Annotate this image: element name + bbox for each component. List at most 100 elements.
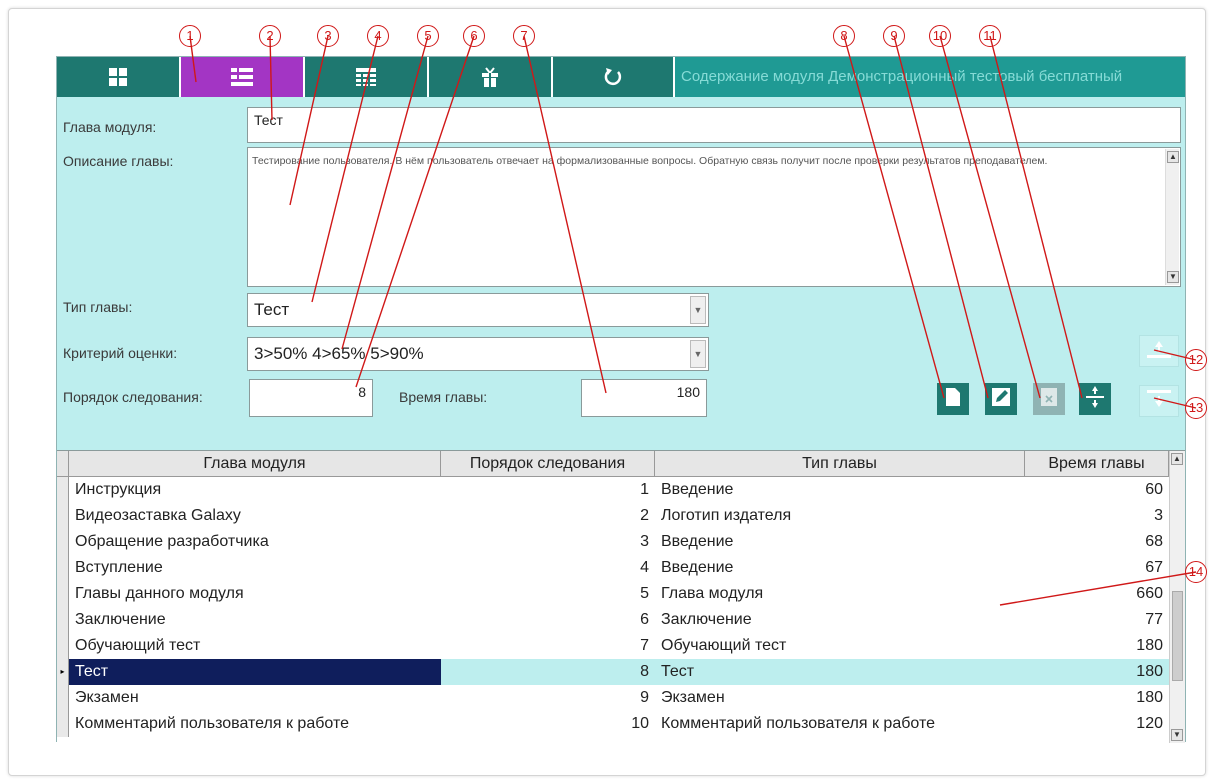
time-cell: 180 [1025,659,1169,685]
type-cell: Заключение [661,611,752,628]
order-cell: 2 [640,507,649,524]
delete-chapter-button[interactable] [1033,383,1065,415]
edit-pencil-icon [992,387,1010,411]
chapter-cell: Вступление [75,559,163,576]
time-cell: 77 [1145,611,1163,628]
chapter-type-select[interactable]: Тест ▼ [247,293,709,327]
type-cell: Введение [661,481,734,498]
type-cell: Комментарий пользователя к работе [661,715,935,732]
chapter-name-field[interactable]: Тест [247,107,1181,143]
chapter-type-value: Тест [254,300,290,319]
criteria-select[interactable]: 3>50% 4>65% 5>90% ▼ [247,337,709,371]
type-cell: Введение [661,559,734,576]
chapter-cell: Видеозаставка Galaxy [75,507,241,524]
chapter-cell: Инструкция [75,481,162,498]
scroll-down-arrow-icon[interactable]: ▼ [1171,729,1183,741]
row-indicator[interactable] [57,607,69,633]
tiles-icon [109,68,127,86]
chapter-cell: Экзамен [75,689,139,706]
grid-scrollbar[interactable]: ▲ ▼ [1169,451,1185,743]
new-chapter-button[interactable] [937,383,969,415]
list-icon [231,68,253,86]
tab-gift[interactable] [429,57,553,97]
row-indicator[interactable] [57,529,69,555]
callout-11: 11 [979,25,1001,47]
callout-13: 13 [1185,397,1207,419]
table-row[interactable]: Комментарий пользователя к работе 10 Комме… [57,711,1169,737]
time-field[interactable]: 180 [581,379,707,417]
table-row[interactable]: Видеозаставка Galaxy 2 Логотип издателя 3 [57,503,1169,529]
column-header-type[interactable]: Тип главы [655,451,1025,477]
row-indicator[interactable] [57,477,69,503]
scroll-down-arrow-icon[interactable]: ▼ [1167,271,1179,283]
row-indicator[interactable] [57,555,69,581]
table-row[interactable]: Обращение разработчика 3 Введение 68 [57,529,1169,555]
callout-7: 7 [513,25,535,47]
column-header-time[interactable]: Время главы [1025,451,1169,477]
table-row[interactable]: Заключение 6 Заключение 77 [57,607,1169,633]
order-label: Порядок следования: [63,389,203,405]
scroll-thumb[interactable] [1172,591,1183,681]
order-field[interactable]: 8 [249,379,373,417]
move-up-button[interactable] [1139,335,1179,367]
order-cell: 6 [640,611,649,628]
time-cell: 67 [1145,559,1163,576]
delete-icon [1041,387,1057,411]
row-indicator[interactable] [57,685,69,711]
row-indicator[interactable] [57,711,69,737]
time-cell: 68 [1145,533,1163,550]
tab-refresh[interactable] [553,57,675,97]
description-text: Тестирование пользователя. В нём пользов… [252,155,1048,167]
callout-5: 5 [417,25,439,47]
order-value: 8 [358,384,366,400]
callout-9: 9 [883,25,905,47]
row-indicator[interactable] [57,503,69,529]
row-indicator[interactable] [57,633,69,659]
tab-list[interactable] [181,57,305,97]
table-icon [356,68,376,86]
type-cell: Экзамен [661,689,725,706]
table-row[interactable]: ▸ Тест 8 Тест 180 [57,659,1169,685]
chapter-cell: Обращение разработчика [75,533,269,550]
description-field[interactable]: Тестирование пользователя. В нём пользов… [247,147,1181,287]
time-label: Время главы: [399,389,488,405]
table-row[interactable]: Вступление 4 Введение 67 [57,555,1169,581]
time-cell: 120 [1136,715,1163,732]
move-down-button[interactable] [1139,385,1179,417]
chapter-cell: Комментарий пользователя к работе [75,715,349,732]
order-cell: 10 [631,715,649,732]
expand-icon [1086,385,1104,413]
time-cell: 180 [1136,637,1163,654]
refresh-icon [603,67,623,87]
description-scrollbar[interactable]: ▲ ▼ [1165,149,1179,285]
callout-12: 12 [1185,349,1207,371]
tab-table[interactable] [305,57,429,97]
row-indicator[interactable] [57,581,69,607]
time-cell: 60 [1145,481,1163,498]
table-row[interactable]: Инструкция 1 Введение 60 [57,477,1169,503]
column-header-chapter[interactable]: Глава модуля [69,451,441,477]
chapter-cell: Заключение [75,611,166,628]
type-cell: Тест [655,659,1025,685]
table-row[interactable]: Экзамен 9 Экзамен 180 [57,685,1169,711]
tab-tiles[interactable] [57,57,181,97]
order-cell: 8 [441,659,655,685]
table-row[interactable]: Обучающий тест 7 Обучающий тест 180 [57,633,1169,659]
expand-button[interactable] [1079,383,1111,415]
type-cell: Логотип издателя [661,507,792,524]
column-header-order[interactable]: Порядок следования [441,451,655,477]
edit-chapter-button[interactable] [985,383,1017,415]
chapter-cell: Тест [69,659,441,685]
scroll-up-arrow-icon[interactable]: ▲ [1171,453,1183,465]
type-cell: Глава модуля [661,585,764,602]
table-row[interactable]: Главы данного модуля 5 Глава модуля 660 [57,581,1169,607]
chapter-name-value: Тест [254,112,283,128]
time-cell: 180 [1136,689,1163,706]
chapter-cell: Главы данного модуля [75,585,244,602]
row-indicator[interactable]: ▸ [57,659,69,685]
scroll-up-arrow-icon[interactable]: ▲ [1167,151,1179,163]
grid-corner [57,451,69,477]
chevron-down-icon[interactable]: ▼ [690,340,706,368]
order-cell: 5 [640,585,649,602]
chevron-down-icon[interactable]: ▼ [690,296,706,324]
